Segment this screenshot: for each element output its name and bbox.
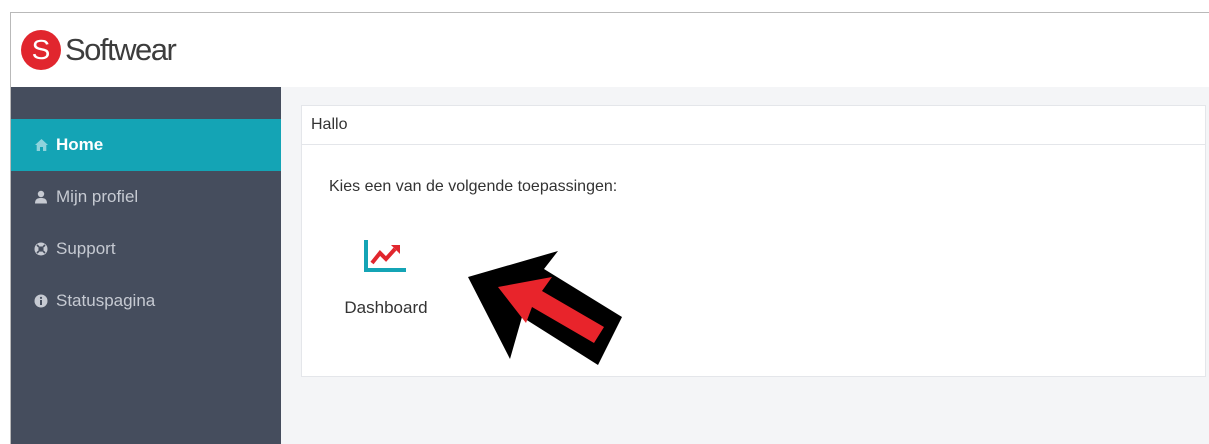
softwear-logo-mark: S — [21, 30, 61, 70]
user-icon — [33, 189, 49, 205]
sidebar-item-label: Mijn profiel — [56, 187, 139, 206]
sidebar-item-label: Home — [56, 135, 104, 154]
app-label-dashboard: Dashboard — [344, 298, 428, 317]
sidebar-item-home[interactable]: Home — [11, 119, 281, 171]
brand-name: Softwear — [65, 32, 177, 67]
welcome-panel: Hallo Kies een van de volgende toepassin… — [301, 105, 1206, 377]
home-icon — [33, 137, 49, 153]
app-window: S Softwear Home Mijn profiel Support Sta… — [10, 12, 1209, 444]
top-header: S Softwear — [11, 13, 1209, 87]
sidebar-item-label: Support — [56, 239, 116, 258]
sidebar-nav: Home Mijn profiel Support Statuspagina — [11, 87, 281, 444]
dashboard-chart-icon — [364, 240, 406, 272]
sidebar-item-mijn-profiel[interactable]: Mijn profiel — [11, 171, 281, 223]
sidebar-item-statuspagina[interactable]: Statuspagina — [11, 275, 281, 327]
sidebar-item-support[interactable]: Support — [11, 223, 281, 275]
sidebar-item-label: Statuspagina — [56, 291, 156, 310]
support-icon — [33, 241, 49, 257]
main-content: Hallo Kies een van de volgende toepassin… — [281, 87, 1209, 444]
app-tile-dashboard[interactable]: Dashboard — [332, 236, 440, 326]
info-icon — [33, 293, 49, 309]
arrow-pointer-icon — [468, 251, 622, 365]
intro-text: Kies een van de volgende toepassingen: — [329, 178, 618, 195]
panel-title: Hallo — [302, 106, 1205, 145]
